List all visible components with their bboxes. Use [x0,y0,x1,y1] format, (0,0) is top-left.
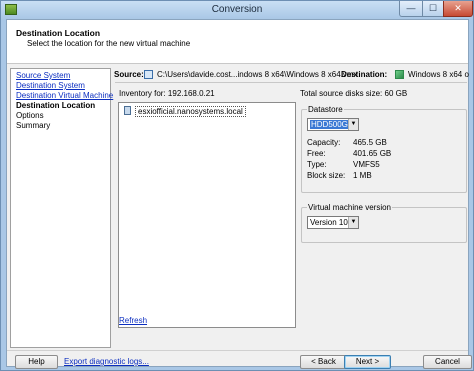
type-row: Type: VMFS5 [307,160,380,169]
inventory-label-text: Inventory for: [119,89,166,98]
separator [115,82,467,83]
host-name: esxiofficial.nanosystems.local [135,106,246,117]
next-button[interactable]: Next > [344,355,391,369]
datastore-group: Datastore HDD500GB ▼ Capacity: 465.5 GB F… [301,105,467,193]
step-destination-location: Destination Location [16,101,96,110]
help-button[interactable]: Help [15,355,58,369]
back-button[interactable]: < Back [300,355,347,369]
wizard-steps: Source System Destination System Destina… [10,68,113,348]
free-key: Free: [307,149,326,158]
vm-icon [395,70,404,79]
free-row: Free: 401.65 GB [307,149,391,158]
datastore-legend: Datastore [307,105,344,114]
source-path: C:\Users\davide.cost...indows 8 x64\Wind… [157,70,358,79]
total-disks-label: Total source disks size: [300,89,383,98]
block-size-key: Block size: [307,171,346,180]
footer-separator [7,350,468,351]
vm-version-legend: Virtual machine version [307,203,393,212]
block-size-row: Block size: 1 MB [307,171,372,180]
capacity-row: Capacity: 465.5 GB [307,138,387,147]
cancel-button[interactable]: Cancel [423,355,472,369]
chevron-down-icon[interactable]: ▼ [348,119,358,130]
inventory-host-ip: 192.168.0.21 [167,89,215,98]
close-button[interactable]: ✕ [443,1,473,17]
free-value: 401.65 GB [353,149,392,158]
capacity-value: 465.5 GB [353,138,387,147]
block-size-value: 1 MB [353,171,372,180]
total-disks-value: 60 GB [384,89,408,98]
source-label: Source: [114,70,144,79]
vm-version-group: Virtual machine version Version 10 ▼ [301,203,467,243]
step-destination-vm[interactable]: Destination Virtual Machine [16,91,113,100]
vm-version-select[interactable]: Version 10 ▼ [307,216,359,229]
vmx-file-icon [144,70,153,79]
refresh-link[interactable]: Refresh [119,316,147,325]
page-title: Destination Location [16,28,101,38]
conversion-window: Conversion — ☐ ✕ Destination Location Se… [0,0,474,371]
minimize-button[interactable]: — [399,1,423,17]
destination-name: Windows 8 x64 o [408,70,469,79]
tree-item-host[interactable]: esxiofficial.nanosystems.local [124,106,246,117]
datastore-select[interactable]: HDD500GB ▼ [307,118,359,131]
step-destination-system[interactable]: Destination System [16,81,85,90]
chevron-down-icon[interactable]: ▼ [348,217,358,228]
type-value: VMFS5 [353,160,380,169]
step-options: Options [16,111,44,120]
step-source-system[interactable]: Source System [16,71,70,80]
maximize-button[interactable]: ☐ [422,1,444,17]
type-key: Type: [307,160,327,169]
destination-label: Destination: [341,70,388,79]
export-logs-link[interactable]: Export diagnostic logs... [64,357,149,366]
total-disks-size: Total source disks size: 60 GB [300,89,407,98]
title-bar[interactable]: Conversion — ☐ ✕ [1,1,473,19]
inventory-tree[interactable]: esxiofficial.nanosystems.local [118,102,296,328]
wizard-header: Destination Location Select the location… [7,20,468,64]
capacity-key: Capacity: [307,138,341,147]
page-subtitle: Select the location for the new virtual … [27,39,191,48]
host-icon [124,106,131,115]
vm-version-selected: Version 10 [310,218,348,227]
wizard-body: Destination Location Select the location… [6,19,472,369]
step-summary: Summary [16,121,51,130]
inventory-label: Inventory for: 192.168.0.21 [119,89,215,98]
